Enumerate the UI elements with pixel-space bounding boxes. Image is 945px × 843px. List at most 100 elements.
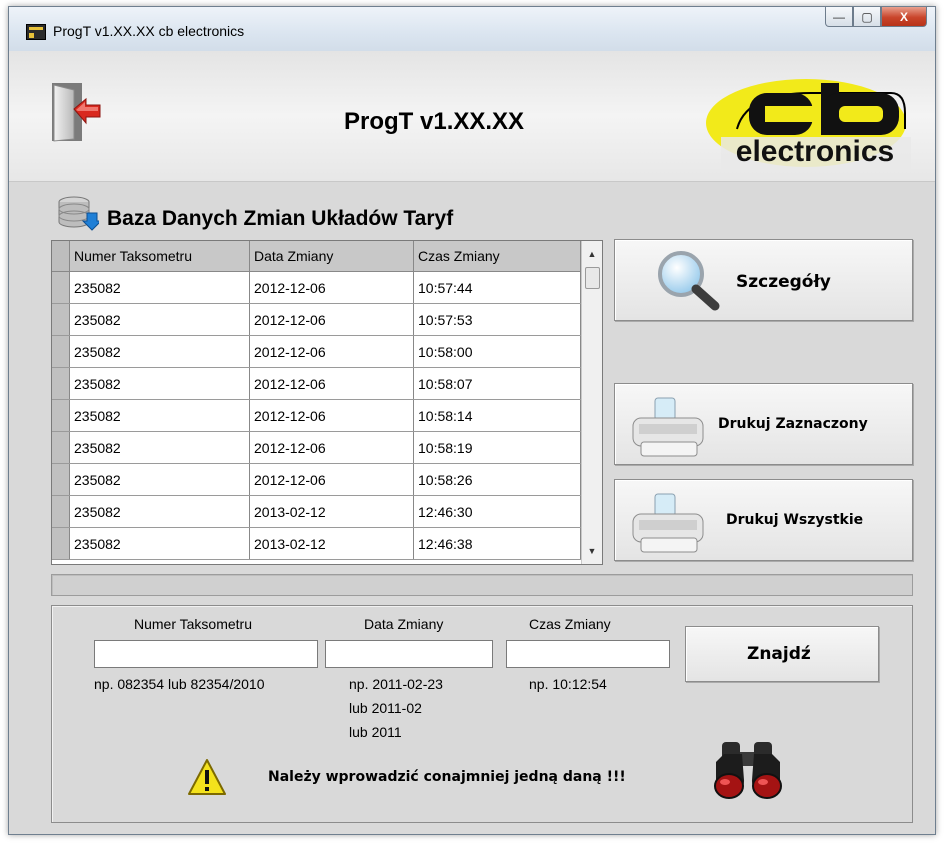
table-row[interactable]: 235082 2013-02-12 12:46:30 xyxy=(52,496,582,528)
table-row[interactable]: 235082 2012-12-06 10:57:53 xyxy=(52,304,582,336)
column-header-taximeter[interactable]: Numer Taksometru xyxy=(70,241,250,271)
minimize-icon: — xyxy=(833,9,845,24)
column-header-time[interactable]: Czas Zmiany xyxy=(414,241,581,271)
row-selector[interactable] xyxy=(52,272,70,303)
print-selected-label: Drukuj Zaznaczony xyxy=(718,416,868,432)
scroll-down-icon[interactable]: ▼ xyxy=(582,542,602,560)
minimize-button[interactable]: — xyxy=(825,7,853,27)
scroll-up-icon[interactable]: ▲ xyxy=(582,245,602,263)
changes-table[interactable]: Numer Taksometru Data Zmiany Czas Zmiany… xyxy=(51,240,603,565)
print-all-button[interactable]: Drukuj Wszystkie xyxy=(614,479,913,561)
date-label: Data Zmiany xyxy=(364,616,444,632)
cell-date: 2013-02-12 xyxy=(250,528,414,559)
details-button[interactable]: Szczegóły xyxy=(614,239,913,321)
table-row[interactable]: 235082 2012-12-06 10:57:44 xyxy=(52,272,582,304)
cell-time: 12:46:30 xyxy=(414,496,581,527)
cell-taximeter: 235082 xyxy=(70,496,250,527)
binoculars-icon xyxy=(714,742,782,799)
cell-date: 2012-12-06 xyxy=(250,368,414,399)
exit-button[interactable] xyxy=(50,81,104,143)
details-label: Szczegóły xyxy=(736,272,831,292)
cell-taximeter: 235082 xyxy=(70,272,250,303)
cell-taximeter: 235082 xyxy=(70,336,250,367)
close-icon: X xyxy=(899,9,908,24)
print-all-label: Drukuj Wszystkie xyxy=(726,512,864,528)
row-header-corner xyxy=(52,241,70,271)
database-title: Baza Danych Zmian Układów Taryf xyxy=(107,207,454,230)
cell-date: 2012-12-06 xyxy=(250,432,414,463)
row-selector[interactable] xyxy=(52,336,70,367)
app-title: ProgT v1.XX.XX xyxy=(344,108,525,135)
printer-icon xyxy=(632,493,704,553)
table-row[interactable]: 235082 2012-12-06 10:58:19 xyxy=(52,432,582,464)
cell-time: 10:58:00 xyxy=(414,336,581,367)
window-title: ProgT v1.XX.XX cb electronics xyxy=(53,23,245,39)
exit-door-icon xyxy=(52,83,101,142)
app-icon xyxy=(26,24,46,40)
printer-icon xyxy=(632,397,704,457)
cb-electronics-logo: electronics xyxy=(701,79,911,169)
cell-taximeter: 235082 xyxy=(70,432,250,463)
date-input[interactable] xyxy=(325,640,493,668)
row-selector[interactable] xyxy=(52,400,70,431)
find-button[interactable]: Znajdź xyxy=(685,626,879,682)
database-icon xyxy=(58,196,99,231)
row-selector[interactable] xyxy=(52,464,70,495)
cell-date: 2013-02-12 xyxy=(250,496,414,527)
row-selector[interactable] xyxy=(52,496,70,527)
close-button[interactable]: X xyxy=(881,7,927,27)
taximeter-input[interactable] xyxy=(94,640,318,668)
warning-message: Należy wprowadzić conajmniej jedną daną … xyxy=(268,769,626,785)
warning-icon xyxy=(188,759,226,795)
cell-time: 10:57:53 xyxy=(414,304,581,335)
progress-bar xyxy=(51,574,913,596)
date-hint: lub 2011 xyxy=(349,724,402,740)
app-window: ProgT v1.XX.XX cb electronics — ▢ X Prog… xyxy=(8,6,936,835)
table-row[interactable] xyxy=(52,560,582,564)
table-row[interactable]: 235082 2012-12-06 10:58:26 xyxy=(52,464,582,496)
cell-taximeter: 235082 xyxy=(70,528,250,559)
header-banner: ProgT v1.XX.XX electronics xyxy=(9,51,935,182)
taximeter-label: Numer Taksometru xyxy=(134,616,253,632)
table-row[interactable]: 235082 2012-12-06 10:58:07 xyxy=(52,368,582,400)
table-scrollbar[interactable]: ▲ ▼ xyxy=(581,241,602,564)
row-selector[interactable] xyxy=(52,528,70,559)
table-row[interactable]: 235082 2012-12-06 10:58:00 xyxy=(52,336,582,368)
row-selector[interactable] xyxy=(52,368,70,399)
print-selected-button[interactable]: Drukuj Zaznaczony xyxy=(614,383,913,465)
table-header: Numer Taksometru Data Zmiany Czas Zmiany xyxy=(52,241,582,272)
find-label: Znajdź xyxy=(747,644,811,664)
row-selector[interactable] xyxy=(52,432,70,463)
title-bar[interactable]: ProgT v1.XX.XX cb electronics — ▢ X xyxy=(9,7,935,51)
date-hint: lub 2011-02 xyxy=(349,700,422,716)
time-input[interactable] xyxy=(506,640,670,668)
scroll-thumb[interactable] xyxy=(585,267,600,289)
cell-time: 10:58:19 xyxy=(414,432,581,463)
row-selector[interactable] xyxy=(52,304,70,335)
cell-time: 10:57:44 xyxy=(414,272,581,303)
column-header-date[interactable]: Data Zmiany xyxy=(250,241,414,271)
database-section-title: Baza Danych Zmian Układów Taryf xyxy=(57,195,547,231)
cell-date: 2012-12-06 xyxy=(250,272,414,303)
magnifier-icon xyxy=(658,251,720,311)
cell-time: 12:46:38 xyxy=(414,528,581,559)
cell-date: 2012-12-06 xyxy=(250,464,414,495)
cell-time: 10:58:07 xyxy=(414,368,581,399)
search-panel: Numer Taksometru np. 082354 lub 82354/20… xyxy=(51,605,913,823)
maximize-button[interactable]: ▢ xyxy=(853,7,881,27)
time-label: Czas Zmiany xyxy=(529,616,611,632)
cell-taximeter: 235082 xyxy=(70,464,250,495)
maximize-icon: ▢ xyxy=(861,9,873,24)
time-hint: np. 10:12:54 xyxy=(529,676,607,692)
date-hint: np. 2011-02-23 xyxy=(349,676,443,692)
cell-date: 2012-12-06 xyxy=(250,400,414,431)
table-row[interactable]: 235082 2012-12-06 10:58:14 xyxy=(52,400,582,432)
table-row[interactable]: 235082 2013-02-12 12:46:38 xyxy=(52,528,582,560)
logo-wordmark: electronics xyxy=(736,135,894,168)
cell-taximeter: 235082 xyxy=(70,304,250,335)
cell-time: 10:58:14 xyxy=(414,400,581,431)
cell-time: 10:58:26 xyxy=(414,464,581,495)
cell-taximeter: 235082 xyxy=(70,400,250,431)
cell-taximeter: 235082 xyxy=(70,368,250,399)
caption-buttons: — ▢ X xyxy=(825,7,927,29)
